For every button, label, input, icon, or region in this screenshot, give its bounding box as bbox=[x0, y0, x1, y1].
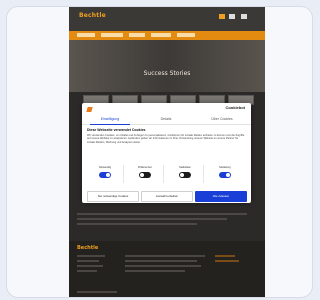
nav-item[interactable] bbox=[77, 33, 95, 37]
footer-link[interactable] bbox=[77, 265, 103, 267]
nav-item[interactable] bbox=[151, 33, 171, 37]
dialog-heading: Diese Webseite verwendet Cookies bbox=[87, 128, 146, 132]
footer-text bbox=[125, 265, 201, 267]
footer-link[interactable] bbox=[77, 260, 99, 262]
toggle-label: Notwendig bbox=[98, 166, 112, 169]
search-icon[interactable] bbox=[219, 14, 225, 19]
footer-copyright bbox=[77, 291, 117, 293]
allow-all-button[interactable]: Alle zulassen bbox=[195, 191, 247, 202]
toggle-switch[interactable] bbox=[179, 172, 191, 178]
cookiebot-brand: Cookiebot bbox=[225, 105, 245, 110]
text-line bbox=[77, 213, 247, 215]
site-footer: Bechtle bbox=[69, 241, 265, 297]
footer-link[interactable] bbox=[215, 255, 235, 257]
preview-card: Bechtle Success Stories Bechtle Cookiebo… bbox=[6, 6, 313, 298]
toggle-switch[interactable] bbox=[139, 172, 151, 178]
hero-image bbox=[69, 40, 265, 92]
footer-logo: Bechtle bbox=[77, 245, 99, 251]
consent-toggles: Notwendig Präferenzen Statistiken Market… bbox=[87, 165, 246, 183]
toggle-necessary: Notwendig bbox=[87, 165, 124, 183]
footer-text bbox=[125, 260, 197, 262]
footer-link[interactable] bbox=[77, 270, 97, 272]
site-logo[interactable]: Bechtle bbox=[79, 12, 106, 19]
nav-item[interactable] bbox=[177, 33, 195, 37]
deny-button[interactable]: Nur notwendige Cookies bbox=[87, 191, 139, 202]
footer-text bbox=[125, 255, 205, 257]
toggle-label: Marketing bbox=[219, 166, 231, 169]
site-header: Bechtle bbox=[69, 7, 265, 33]
dialog-tabs: Einwilligung Details Über Cookies bbox=[82, 116, 251, 125]
site-mark-icon bbox=[86, 107, 93, 112]
tab-consent[interactable]: Einwilligung bbox=[82, 117, 138, 121]
toggle-marketing: Marketing bbox=[207, 165, 243, 183]
toggle-statistics: Statistiken bbox=[167, 165, 204, 183]
footer-text bbox=[125, 270, 185, 272]
dialog-body: Wir verwenden Cookies, um Inhalte und An… bbox=[87, 134, 245, 144]
toggle-switch[interactable] bbox=[219, 172, 231, 178]
toggle-preferences: Präferenzen bbox=[127, 165, 164, 183]
footer-link[interactable] bbox=[215, 260, 239, 262]
allow-selection-button[interactable]: Auswahl erlauben bbox=[141, 191, 193, 202]
text-line bbox=[77, 223, 197, 225]
main-navigation bbox=[69, 31, 265, 40]
nav-item[interactable] bbox=[129, 33, 145, 37]
nav-item[interactable] bbox=[101, 33, 123, 37]
cookie-consent-dialog: Cookiebot Einwilligung Details Über Cook… bbox=[82, 103, 251, 203]
dialog-buttons: Nur notwendige Cookies Auswahl erlauben … bbox=[87, 191, 247, 202]
tab-details[interactable]: Details bbox=[138, 117, 194, 121]
toggle-label: Statistiken bbox=[179, 166, 191, 169]
tab-about[interactable]: Über Cookies bbox=[194, 117, 250, 121]
toggle-switch[interactable] bbox=[99, 172, 111, 178]
text-line bbox=[77, 218, 227, 220]
hero-banner: Success Stories bbox=[69, 40, 265, 92]
footer-link[interactable] bbox=[77, 255, 105, 257]
hero-title: Success Stories bbox=[143, 70, 191, 77]
active-tab-indicator bbox=[90, 124, 130, 125]
menu-icon[interactable] bbox=[241, 14, 247, 19]
toggle-label: Präferenzen bbox=[137, 166, 153, 169]
user-icon[interactable] bbox=[229, 14, 235, 19]
